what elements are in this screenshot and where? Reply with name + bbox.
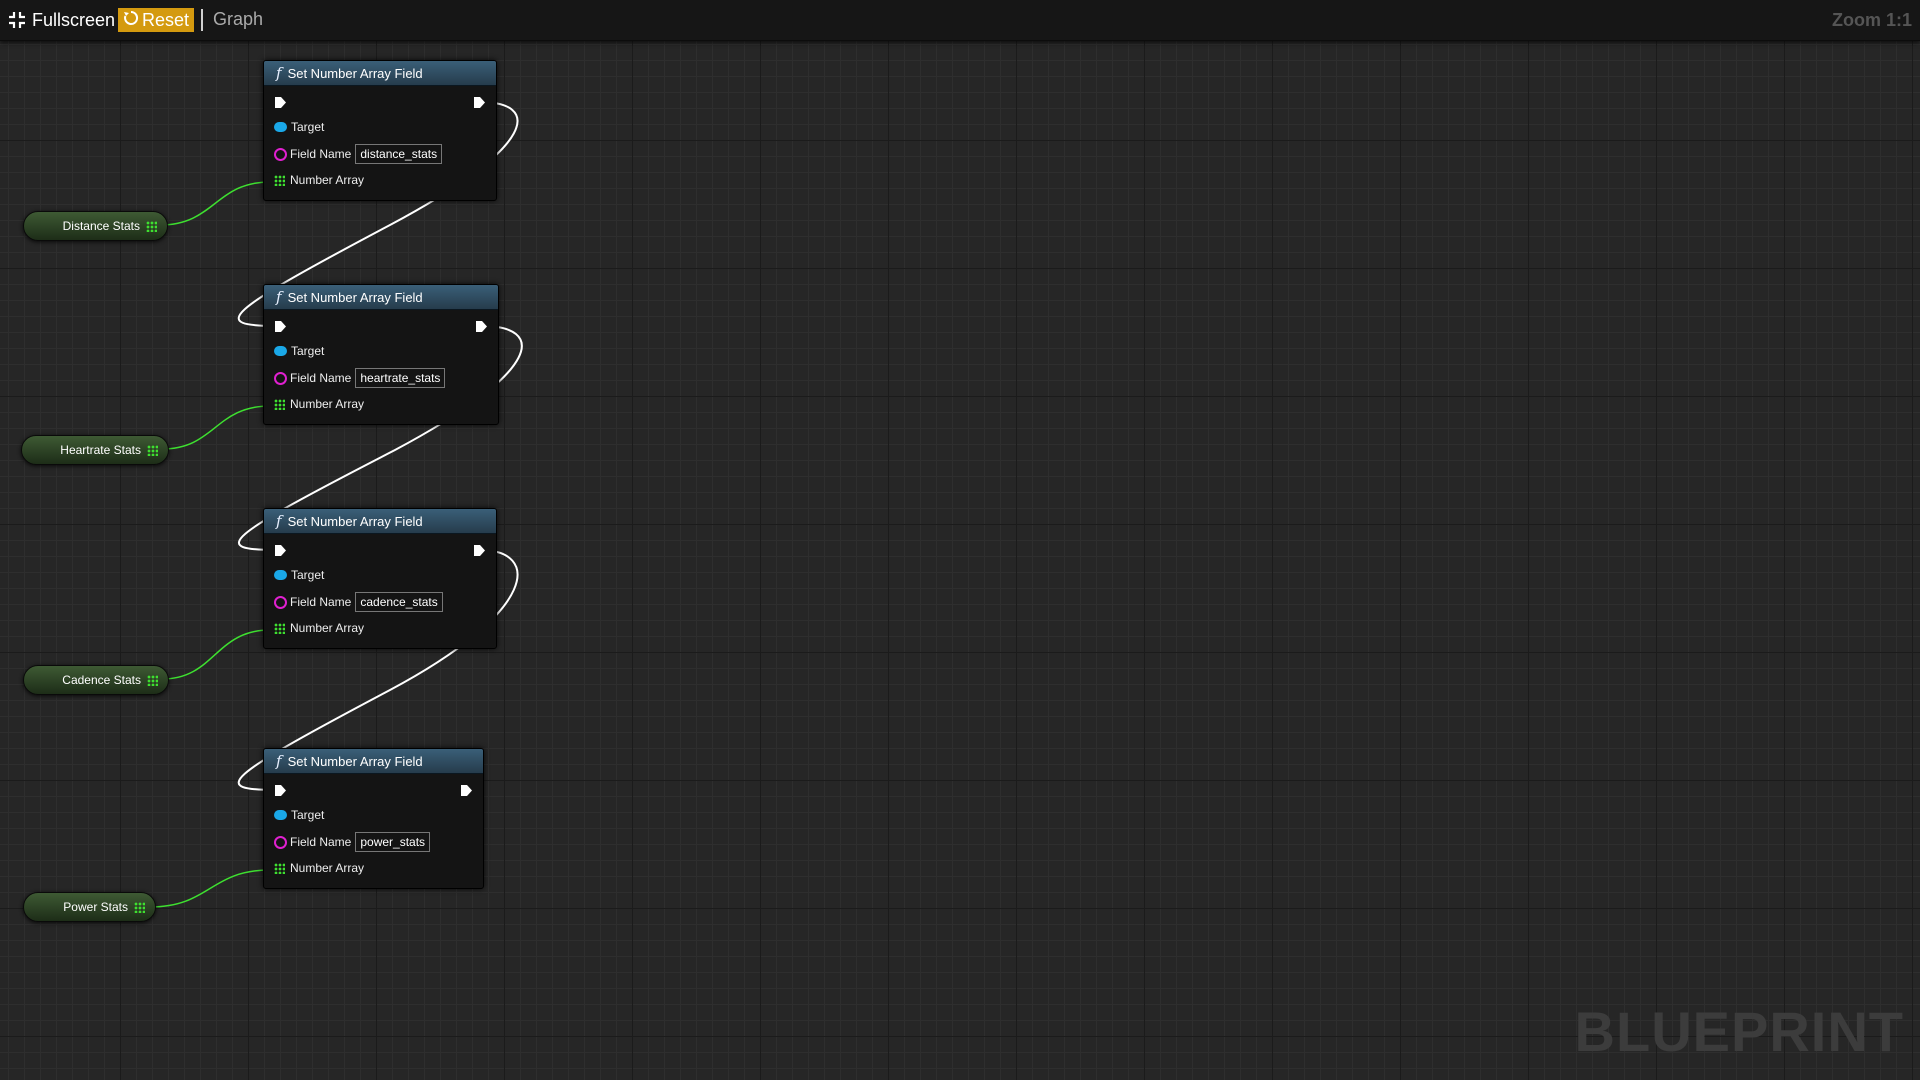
node-title: Set Number Array Field [287, 289, 423, 305]
set-number-array-field-node[interactable]: f Set Number Array Field Target Field Na… [263, 508, 497, 649]
target-pin[interactable] [274, 122, 287, 132]
number-array-label: Number Array [290, 397, 365, 411]
target-row: Target [274, 568, 324, 582]
field-name-input[interactable]: power_stats [355, 832, 431, 852]
exec-out-pin[interactable] [460, 784, 473, 797]
array-grid-icon[interactable] [274, 862, 285, 874]
number-array-label: Number Array [290, 861, 365, 875]
exec-in-pin[interactable] [274, 544, 287, 557]
target-label: Target [291, 808, 325, 822]
field-name-input[interactable]: heartrate_stats [355, 368, 446, 388]
exec-in-pin[interactable] [274, 784, 287, 797]
array-grid-icon[interactable] [274, 622, 285, 634]
variable-node-distance-stats[interactable]: Distance Stats [23, 211, 168, 241]
variable-node-power-stats[interactable]: Power Stats [23, 892, 156, 922]
field-name-pin[interactable] [274, 371, 287, 385]
number-array-label: Number Array [290, 173, 365, 187]
array-grid-icon[interactable] [274, 398, 285, 410]
number-array-row: Number Array [274, 861, 364, 875]
array-grid-icon[interactable] [147, 444, 158, 456]
field-name-input[interactable]: cadence_stats [355, 592, 443, 612]
function-icon: f [276, 512, 282, 530]
field-name-pin[interactable] [274, 595, 287, 609]
field-name-row: Field Name distance_stats [274, 144, 443, 164]
function-icon: f [276, 752, 282, 770]
target-row: Target [274, 808, 324, 822]
node-title: Set Number Array Field [287, 753, 423, 769]
function-icon: f [276, 64, 282, 82]
number-array-row: Number Array [274, 397, 364, 411]
target-pin[interactable] [274, 570, 287, 580]
exec-out-pin[interactable] [473, 96, 486, 109]
set-number-array-field-node[interactable]: f Set Number Array Field Target Field Na… [263, 284, 499, 425]
node-header[interactable]: f Set Number Array Field [264, 509, 496, 534]
node-header[interactable]: f Set Number Array Field [264, 749, 483, 774]
array-grid-icon[interactable] [147, 674, 158, 686]
exec-out-pin[interactable] [475, 320, 488, 333]
number-array-row: Number Array [274, 173, 364, 187]
variable-node-cadence-stats[interactable]: Cadence Stats [23, 665, 169, 695]
target-label: Target [291, 568, 325, 582]
variable-label: Cadence Stats [62, 673, 141, 687]
field-name-label: Field Name [290, 371, 352, 385]
variable-label: Power Stats [63, 900, 128, 914]
number-array-row: Number Array [274, 621, 364, 635]
set-number-array-field-node[interactable]: f Set Number Array Field Target Field Na… [263, 748, 484, 889]
field-name-row: Field Name power_stats [274, 832, 431, 852]
exec-in-pin[interactable] [274, 320, 287, 333]
field-name-pin[interactable] [274, 835, 287, 849]
function-icon: f [276, 288, 282, 306]
exec-in-pin[interactable] [274, 96, 287, 109]
array-wire-distance[interactable] [159, 181, 271, 226]
node-header[interactable]: f Set Number Array Field [264, 61, 496, 86]
node-title: Set Number Array Field [287, 65, 423, 81]
array-wire-power[interactable] [149, 869, 271, 908]
array-grid-icon[interactable] [146, 220, 157, 232]
array-grid-icon[interactable] [274, 174, 285, 186]
field-name-pin[interactable] [274, 147, 287, 161]
target-label: Target [291, 344, 325, 358]
target-label: Target [291, 120, 325, 134]
field-name-label: Field Name [290, 595, 352, 609]
target-row: Target [274, 120, 324, 134]
target-row: Target [274, 344, 324, 358]
node-title: Set Number Array Field [287, 513, 423, 529]
blueprint-watermark: BLUEPRINT [1574, 1000, 1904, 1063]
variable-label: Distance Stats [62, 219, 140, 233]
number-array-label: Number Array [290, 621, 365, 635]
variable-label: Heartrate Stats [60, 443, 141, 457]
array-wire-heartrate[interactable] [161, 405, 271, 450]
array-wire-cadence[interactable] [161, 629, 271, 680]
set-number-array-field-node[interactable]: f Set Number Array Field Target Field Na… [263, 60, 497, 201]
node-header[interactable]: f Set Number Array Field [264, 285, 498, 310]
target-pin[interactable] [274, 346, 287, 356]
target-pin[interactable] [274, 810, 287, 820]
field-name-row: Field Name heartrate_stats [274, 368, 446, 388]
field-name-input[interactable]: distance_stats [355, 144, 443, 164]
exec-out-pin[interactable] [473, 544, 486, 557]
field-name-row: Field Name cadence_stats [274, 592, 443, 612]
field-name-label: Field Name [290, 835, 352, 849]
array-grid-icon[interactable] [134, 901, 145, 913]
field-name-label: Field Name [290, 147, 352, 161]
variable-node-heartrate-stats[interactable]: Heartrate Stats [21, 435, 169, 465]
